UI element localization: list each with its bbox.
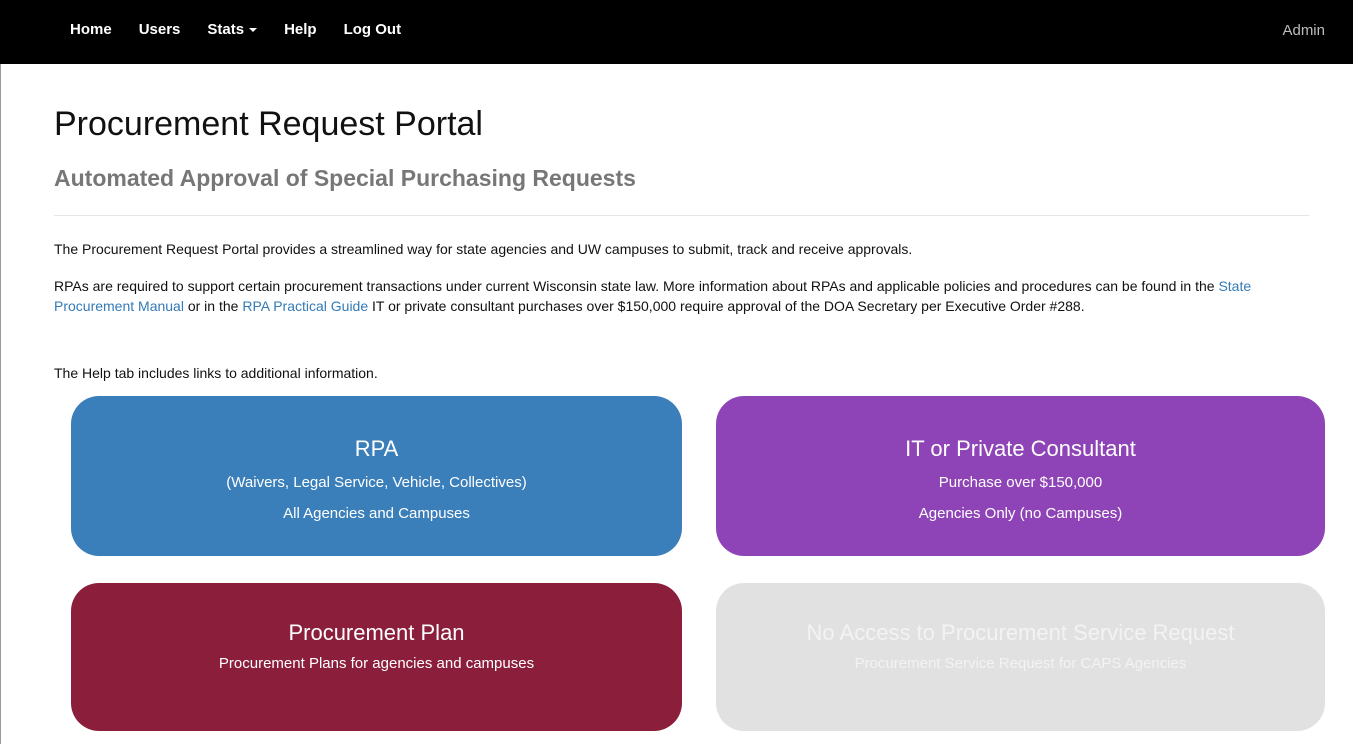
top-navbar: Home Users Stats Help Log Out Admin [0, 0, 1353, 64]
nav-help[interactable]: Help [284, 21, 317, 38]
header-divider [54, 215, 1309, 216]
card-subtitle: (Waivers, Legal Service, Vehicle, Collec… [226, 474, 527, 491]
procurement-service-request-card-disabled: No Access to Procurement Service Request… [716, 583, 1325, 731]
rpa-card-button[interactable]: RPA (Waivers, Legal Service, Vehicle, Co… [71, 396, 682, 556]
nav-menu: Home Users Stats Help Log Out [70, 21, 428, 38]
intro-paragraph-2: RPAs are required to support certain pro… [54, 276, 1314, 316]
card-audience: Agencies Only (no Campuses) [918, 505, 1123, 522]
intro-paragraph-3: The Help tab includes links to additiona… [54, 365, 378, 381]
page-subtitle: Automated Approval of Special Purchasing… [54, 165, 636, 191]
intro-p2-text-a: RPAs are required to support certain pro… [54, 278, 1219, 294]
intro-p2-text-c: IT or private consultant purchases over … [368, 298, 1085, 314]
user-name-admin[interactable]: Admin [1282, 22, 1325, 39]
card-audience: All Agencies and Campuses [283, 505, 470, 522]
rpa-practical-guide-link[interactable]: RPA Practical Guide [242, 298, 368, 314]
card-title: Procurement Plan [288, 620, 465, 645]
page-left-border [0, 0, 1, 744]
procurement-plan-card-button[interactable]: Procurement Plan Procurement Plans for a… [71, 583, 682, 731]
card-subtitle: Procurement Plans for agencies and campu… [218, 655, 535, 672]
nav-stats-label: Stats [207, 21, 245, 38]
card-title: No Access to Procurement Service Request [806, 620, 1235, 645]
nav-home[interactable]: Home [70, 21, 112, 38]
card-subtitle: Procurement Service Request for CAPS Age… [854, 655, 1187, 672]
card-title: RPA [354, 436, 399, 461]
nav-stats-dropdown[interactable]: Stats [207, 21, 258, 38]
nav-users[interactable]: Users [139, 21, 181, 38]
caret-down-icon [249, 28, 258, 33]
intro-paragraph-1: The Procurement Request Portal provides … [54, 241, 913, 257]
it-consultant-card-button[interactable]: IT or Private Consultant Purchase over $… [716, 396, 1325, 556]
card-subtitle: Purchase over $150,000 [938, 474, 1103, 491]
intro-p2-text-b: or in the [183, 298, 243, 314]
nav-logout[interactable]: Log Out [344, 21, 401, 38]
page-title: Procurement Request Portal [54, 105, 483, 143]
card-title: IT or Private Consultant [905, 436, 1136, 461]
